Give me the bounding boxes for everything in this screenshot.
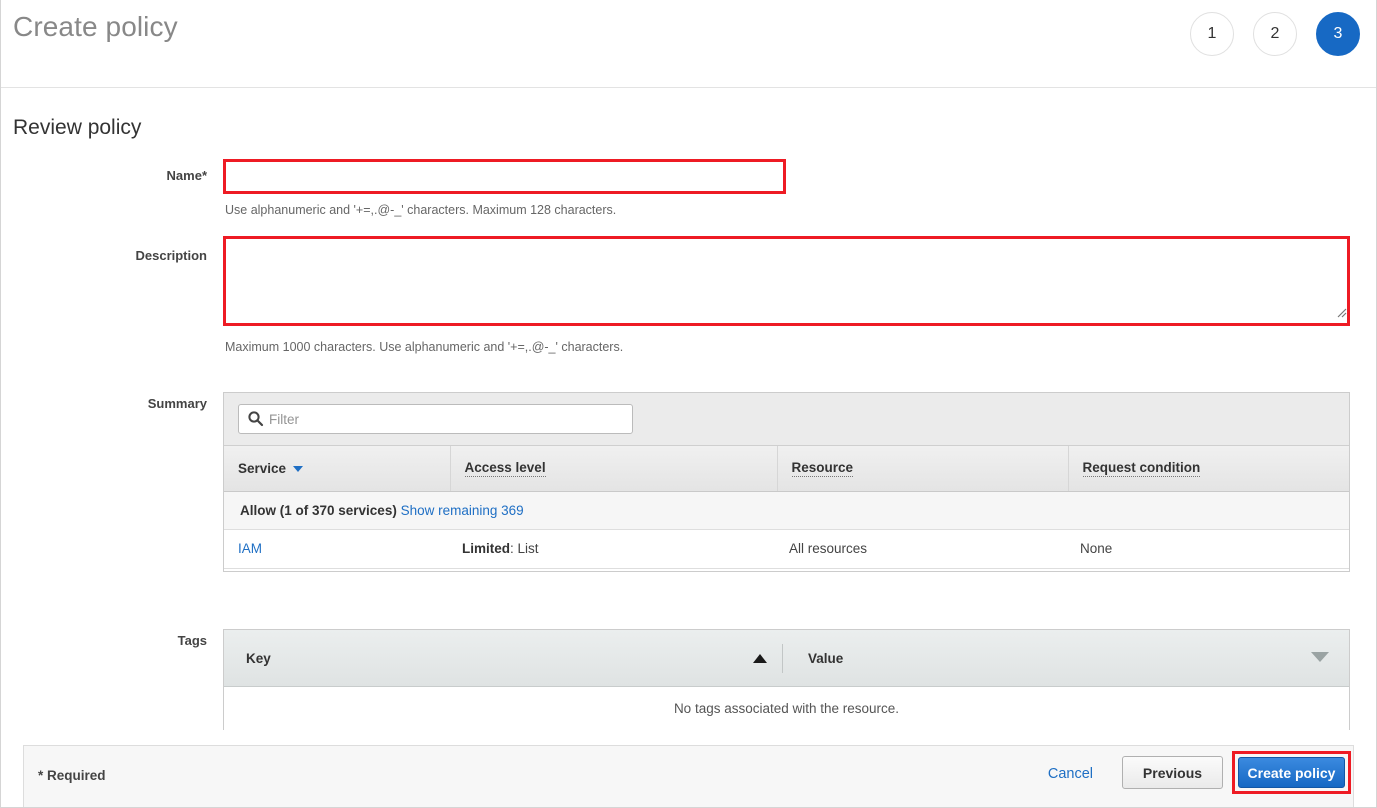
- cancel-button[interactable]: Cancel: [1048, 766, 1093, 782]
- tags-header-row: Key Value: [224, 630, 1349, 687]
- name-label: Name*: [166, 168, 207, 183]
- description-hint: Maximum 1000 characters. Use alphanumeri…: [225, 340, 624, 354]
- step-3[interactable]: 3: [1316, 12, 1360, 56]
- step-2[interactable]: 2: [1253, 12, 1297, 56]
- tags-empty-message: No tags associated with the resource.: [224, 687, 1349, 730]
- summary-panel: Service Access level Resource Request co…: [223, 392, 1350, 572]
- summary-table-header-row: Service Access level Resource Request co…: [224, 446, 1349, 492]
- name-input[interactable]: [226, 162, 783, 191]
- access-level-value: : List: [510, 541, 539, 556]
- column-header-resource[interactable]: Resource: [777, 446, 1069, 492]
- tags-label: Tags: [177, 633, 207, 648]
- tags-panel: Key Value No tags associated with the re…: [223, 629, 1350, 730]
- access-level-prefix: Limited: [462, 541, 511, 556]
- column-header-value[interactable]: Value: [808, 651, 843, 666]
- summary-group-cell: Allow (1 of 370 services) Show remaining…: [224, 491, 1349, 530]
- caret-down-icon: [293, 466, 304, 473]
- page-title: Create policy: [13, 11, 178, 42]
- summary-filter-bar: [224, 393, 1349, 446]
- step-1[interactable]: 1: [1190, 12, 1234, 56]
- column-header-request-condition-label: Request condition: [1082, 459, 1201, 477]
- cell-resource: All resources: [777, 529, 1068, 569]
- summary-label: Summary: [147, 396, 207, 411]
- caret-down-outline-icon[interactable]: [1311, 652, 1329, 662]
- cell-service: IAM: [224, 529, 450, 569]
- column-header-service-label: Service: [238, 460, 287, 476]
- show-remaining-link[interactable]: Show remaining 369: [401, 503, 524, 518]
- name-hint: Use alphanumeric and '+=,.@-_' character…: [225, 203, 617, 217]
- caret-up-icon[interactable]: [753, 654, 767, 663]
- section-heading: Review policy: [13, 116, 142, 139]
- column-header-access-level[interactable]: Access level: [450, 446, 778, 492]
- filter-input[interactable]: [238, 404, 633, 434]
- cell-access-level: Limited: List: [450, 529, 777, 569]
- filter-wrapper: [238, 404, 633, 434]
- column-header-resource-label: Resource: [791, 459, 854, 477]
- cell-request-condition: None: [1068, 529, 1349, 569]
- page-header: Create policy 1 2 3: [1, 0, 1376, 88]
- required-note: * Required: [38, 768, 106, 783]
- create-policy-button[interactable]: Create policy: [1238, 757, 1345, 788]
- tags-column-divider: [782, 644, 783, 673]
- step-indicator: 1 2 3: [1190, 12, 1360, 56]
- previous-button[interactable]: Previous: [1122, 756, 1223, 789]
- column-header-access-level-label: Access level: [464, 459, 546, 477]
- service-link-iam[interactable]: IAM: [238, 541, 262, 556]
- description-label: Description: [135, 248, 207, 263]
- description-textarea[interactable]: [226, 239, 1347, 323]
- summary-table: Service Access level Resource Request co…: [224, 446, 1349, 569]
- summary-group-row: Allow (1 of 370 services) Show remaining…: [224, 491, 1349, 530]
- table-row: IAM Limited: List All resources None: [224, 529, 1349, 569]
- page-footer: * Required Cancel Previous Create policy: [23, 745, 1354, 807]
- create-policy-page: Create policy 1 2 3 Review policy Name* …: [0, 0, 1377, 808]
- column-header-service[interactable]: Service: [224, 446, 451, 492]
- summary-group-label: Allow (1 of 370 services): [240, 502, 397, 518]
- column-header-request-condition[interactable]: Request condition: [1068, 446, 1349, 492]
- column-header-key[interactable]: Key: [246, 651, 271, 666]
